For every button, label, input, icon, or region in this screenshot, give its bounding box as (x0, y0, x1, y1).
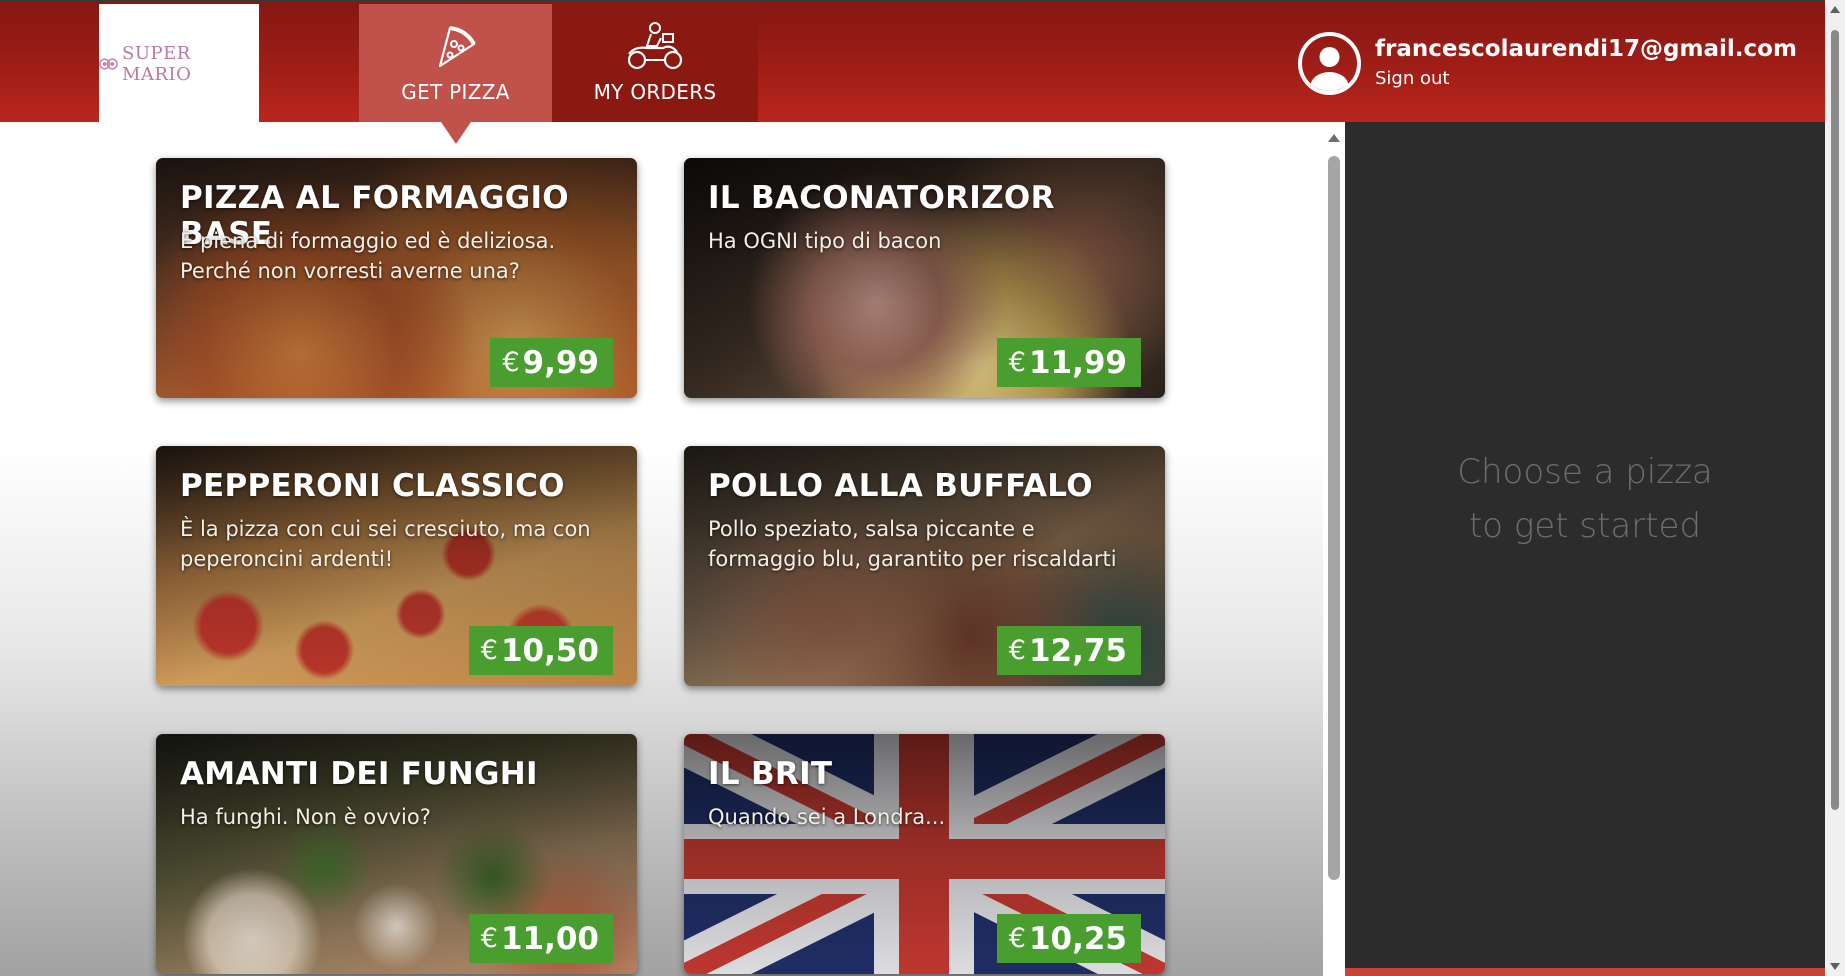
pizza-description: Pollo speziato, salsa piccante e formagg… (708, 517, 1117, 571)
scroll-thumb[interactable] (1328, 156, 1340, 880)
price-badge: €9,99 (490, 338, 613, 387)
pizza-card[interactable]: AMANTI DEI FUNGHI Ha funghi. Non è ovvio… (156, 734, 637, 974)
side-panel-accent-bar (1345, 968, 1825, 976)
window-scroll-thumb[interactable] (1831, 30, 1839, 810)
window-scroll-up-icon[interactable] (1830, 6, 1840, 13)
pizza-description: Quando sei a Londra... (708, 805, 946, 829)
price-value: 10,25 (1028, 920, 1127, 957)
user-area: francescolaurendi17@gmail.com Sign out (1298, 32, 1797, 95)
pizza-card[interactable]: IL BACONATORIZOR Ha OGNI tipo di bacon €… (684, 158, 1165, 398)
pizza-name: POLLO ALLA BUFFALO (708, 468, 1093, 504)
price-value: 11,00 (500, 920, 599, 957)
tab-my-orders-label: MY ORDERS (593, 80, 717, 104)
list-scrollbar[interactable] (1323, 122, 1345, 976)
window-scroll-down-icon[interactable] (1830, 963, 1840, 970)
order-side-panel: Choose a pizza to get started (1345, 122, 1825, 976)
user-email: francescolaurendi17@gmail.com (1375, 36, 1797, 62)
window-scrollbar[interactable] (1825, 0, 1845, 976)
pizza-card[interactable]: PEPPERONI CLASSICO È la pizza con cui se… (156, 446, 637, 686)
pizza-card[interactable]: PIZZA AL FORMAGGIO BASE È piena di forma… (156, 158, 637, 398)
pizza-description: Ha funghi. Non è ovvio? (180, 805, 431, 829)
logo[interactable]: SUPER MARIO (99, 4, 259, 124)
pizza-slice-icon (438, 26, 476, 68)
tab-get-pizza[interactable]: GET PIZZA (359, 4, 552, 124)
pizza-name: AMANTI DEI FUNGHI (180, 756, 538, 792)
app-header: SUPER MARIO GET PIZZA MY ORDERS francesc… (0, 0, 1825, 124)
pizza-description: È la pizza con cui sei cresciuto, ma con… (180, 517, 591, 571)
scroll-up-arrow-icon[interactable] (1328, 134, 1340, 142)
price-value: 9,99 (522, 344, 600, 381)
pizza-card[interactable]: POLLO ALLA BUFFALO Pollo speziato, salsa… (684, 446, 1165, 686)
logo-text: SUPER MARIO (121, 43, 192, 85)
pizza-name: IL BACONATORIZOR (708, 180, 1055, 216)
price-badge: €10,50 (468, 626, 613, 675)
active-tab-pointer (441, 122, 471, 144)
price-badge: €11,99 (996, 338, 1141, 387)
price-badge: €12,75 (996, 626, 1141, 675)
tab-get-pizza-label: GET PIZZA (401, 80, 510, 104)
price-value: 10,50 (500, 632, 599, 669)
price-badge: €11,00 (468, 914, 613, 963)
price-badge: €10,25 (996, 914, 1141, 963)
user-avatar-icon[interactable] (1298, 32, 1361, 95)
price-value: 11,99 (1028, 344, 1127, 381)
empty-state-message: Choose a pizza to get started (1457, 452, 1713, 546)
sign-out-link[interactable]: Sign out (1375, 68, 1449, 89)
tab-my-orders[interactable]: MY ORDERS (552, 4, 758, 124)
pizza-description: Ha OGNI tipo di bacon (708, 229, 942, 253)
pizza-list: PIZZA AL FORMAGGIO BASE È piena di forma… (0, 122, 1323, 976)
pizza-name: IL BRIT (708, 756, 833, 792)
mario-mustache-icon (99, 58, 118, 70)
pizza-description: È piena di formaggio ed è deliziosa. Per… (180, 229, 556, 283)
pizza-card[interactable]: IL BRIT Quando sei a Londra... €10,25 (684, 734, 1165, 974)
price-value: 12,75 (1028, 632, 1127, 669)
pizza-name: PEPPERONI CLASSICO (180, 468, 565, 504)
delivery-scooter-icon (627, 22, 683, 70)
